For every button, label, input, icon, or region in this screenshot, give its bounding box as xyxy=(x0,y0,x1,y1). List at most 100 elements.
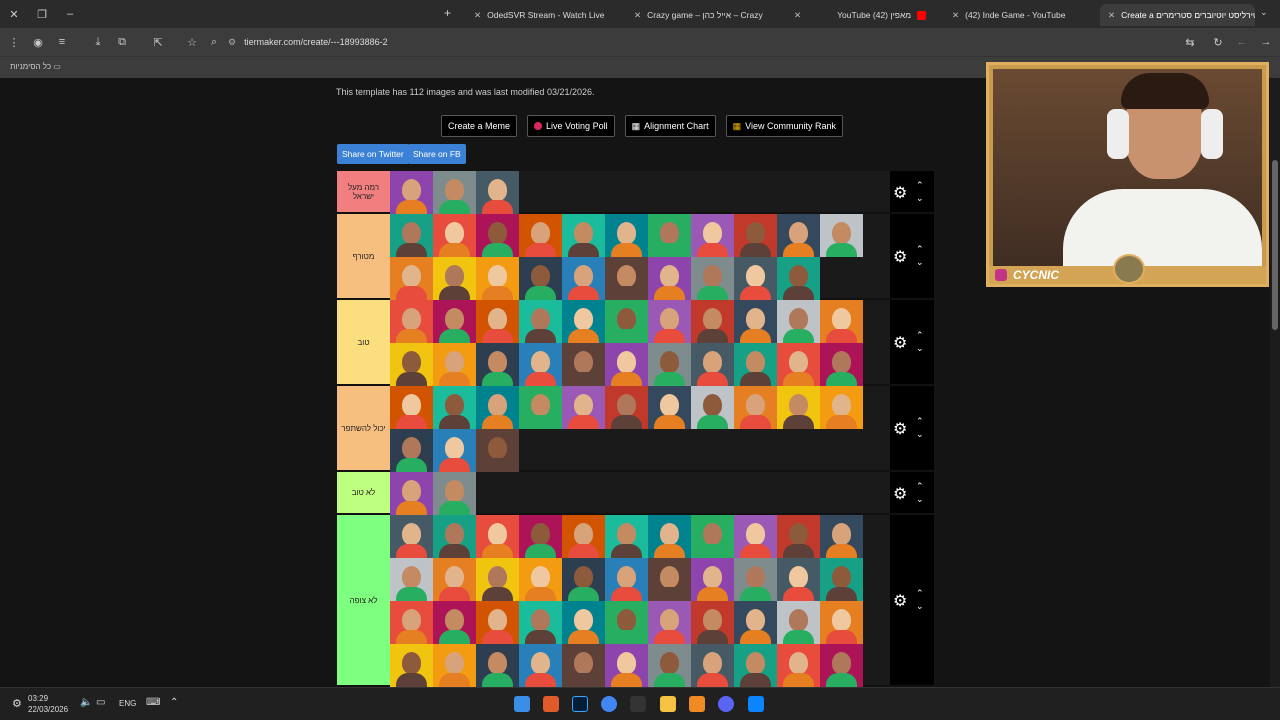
tier-item-image[interactable] xyxy=(476,515,519,558)
tier-item-image[interactable] xyxy=(691,343,734,386)
tier-item-image[interactable] xyxy=(476,214,519,257)
tier-item-image[interactable] xyxy=(605,515,648,558)
tier-item-image[interactable] xyxy=(476,601,519,644)
tier-move-down-icon[interactable]: ⌄ xyxy=(916,342,924,355)
back-icon[interactable]: → xyxy=(1254,36,1278,48)
tier-item-image[interactable] xyxy=(390,300,433,343)
tier-item-image[interactable] xyxy=(476,558,519,601)
windows-start-icon[interactable] xyxy=(748,696,764,712)
tier-item-image[interactable] xyxy=(691,257,734,300)
tier-item-image[interactable] xyxy=(777,644,820,687)
share-icon[interactable]: ⇱ xyxy=(146,36,170,49)
tier-item-image[interactable] xyxy=(734,515,777,558)
keyboard-icon[interactable]: ⌨ xyxy=(146,697,160,708)
tier-item-image[interactable] xyxy=(433,171,476,214)
tier-item-image[interactable] xyxy=(390,515,433,558)
tier-item-image[interactable] xyxy=(433,515,476,558)
tier-item-image[interactable] xyxy=(648,515,691,558)
tier-move-down-icon[interactable]: ⌄ xyxy=(916,192,924,205)
folder-app-icon[interactable] xyxy=(689,696,705,712)
tier-item-image[interactable] xyxy=(562,558,605,601)
tier-move-up-icon[interactable]: ⌃ xyxy=(916,480,924,493)
tier-move-down-icon[interactable]: ⌄ xyxy=(916,600,924,613)
tier-item-image[interactable] xyxy=(562,601,605,644)
alignment-chart-button[interactable]: ▦ Alignment Chart xyxy=(624,115,716,137)
tier-item-image[interactable] xyxy=(605,558,648,601)
tier-item-image[interactable] xyxy=(777,386,820,429)
tier-item-image[interactable] xyxy=(433,601,476,644)
tier-item-image[interactable] xyxy=(777,558,820,601)
tier-item-image[interactable] xyxy=(734,343,777,386)
clock[interactable]: 03:29 22/03/2026 xyxy=(28,693,68,715)
tier-item-image[interactable] xyxy=(648,300,691,343)
tier-label[interactable]: טוב xyxy=(337,300,390,384)
close-window-icon[interactable]: ✕ xyxy=(0,8,28,21)
tier-item-image[interactable] xyxy=(390,257,433,300)
tier-item-image[interactable] xyxy=(433,257,476,300)
live-voting-poll-button[interactable]: Live Voting Poll xyxy=(527,115,615,137)
tier-item-image[interactable] xyxy=(820,558,863,601)
discord-icon[interactable] xyxy=(718,696,734,712)
tier-item-image[interactable] xyxy=(734,558,777,601)
tier-item-image[interactable] xyxy=(777,214,820,257)
address-bar[interactable]: ⚙ tiermaker.com/create/---18993886-2 xyxy=(228,32,1178,52)
game-app-icon[interactable] xyxy=(543,696,559,712)
tier-item-image[interactable] xyxy=(476,343,519,386)
tier-item-image[interactable] xyxy=(390,386,433,429)
tier-move-down-icon[interactable]: ⌄ xyxy=(916,493,924,506)
tier-settings-gear-icon[interactable]: ⚙ xyxy=(893,591,907,611)
tier-item-image[interactable] xyxy=(777,257,820,300)
language-indicator[interactable]: ENG xyxy=(119,699,136,708)
tier-item-image[interactable] xyxy=(390,214,433,257)
tier-item-image[interactable] xyxy=(734,300,777,343)
bookmark-star-icon[interactable]: ☆ xyxy=(180,36,204,49)
tier-item-image[interactable] xyxy=(562,300,605,343)
tier-item-image[interactable] xyxy=(820,601,863,644)
tier-item-image[interactable] xyxy=(519,558,562,601)
share-fb-button[interactable]: Share on FB xyxy=(408,144,466,164)
tier-item-image[interactable] xyxy=(519,257,562,300)
tier-label[interactable]: לא טוב xyxy=(337,472,390,513)
volume-icon[interactable]: 🔈 xyxy=(80,697,92,708)
tier-item-image[interactable] xyxy=(734,601,777,644)
tier-settings-gear-icon[interactable]: ⚙ xyxy=(893,333,907,353)
create-meme-button[interactable]: Create a Meme xyxy=(441,115,518,137)
tier-move-up-icon[interactable]: ⌃ xyxy=(916,179,924,192)
tier-item-image[interactable] xyxy=(562,386,605,429)
tier-item-image[interactable] xyxy=(390,558,433,601)
tier-item-image[interactable] xyxy=(648,601,691,644)
puzzle-icon[interactable]: ⧉ xyxy=(110,36,134,49)
menu-icon[interactable]: ⋮ xyxy=(2,36,26,49)
tier-item-image[interactable] xyxy=(476,257,519,300)
tier-item-image[interactable] xyxy=(562,515,605,558)
share-twitter-button[interactable]: Share on Twitter xyxy=(337,144,409,164)
site-info-icon[interactable]: ⚙ xyxy=(228,37,236,48)
chrome-icon[interactable] xyxy=(601,696,617,712)
tier-item-image[interactable] xyxy=(648,257,691,300)
tier-item-image[interactable] xyxy=(648,214,691,257)
tier-item-image[interactable] xyxy=(605,644,648,687)
minimize-window-icon[interactable]: – xyxy=(56,8,84,20)
tier-item-image[interactable] xyxy=(433,472,476,515)
tier-settings-gear-icon[interactable]: ⚙ xyxy=(893,247,907,267)
tier-item-image[interactable] xyxy=(476,300,519,343)
tier-item-image[interactable] xyxy=(476,644,519,687)
tier-item-image[interactable] xyxy=(734,644,777,687)
tier-settings-gear-icon[interactable]: ⚙ xyxy=(893,419,907,439)
tier-item-image[interactable] xyxy=(390,429,433,472)
scrollbar-thumb[interactable] xyxy=(1272,160,1278,330)
forward-icon[interactable]: ← xyxy=(1230,36,1254,48)
tier-item-image[interactable] xyxy=(605,386,648,429)
tab-youtube-muffin[interactable]: ✕ YouTube (42) מאפין xyxy=(786,4,936,26)
page-scrollbar[interactable] xyxy=(1270,78,1280,687)
tier-item-image[interactable] xyxy=(777,300,820,343)
tab-crazy-game[interactable]: ✕ Crazy game – אייל כהן – Crazy xyxy=(626,4,786,26)
tier-item-image[interactable] xyxy=(519,515,562,558)
all-bookmarks-button[interactable]: כל הסימניות ▭ xyxy=(10,62,61,71)
photoshop-icon[interactable] xyxy=(572,696,588,712)
tier-item-image[interactable] xyxy=(519,214,562,257)
tier-item-image[interactable] xyxy=(820,300,863,343)
tier-item-image[interactable] xyxy=(648,386,691,429)
reload-icon[interactable]: ↻ xyxy=(1206,36,1230,49)
tier-item-image[interactable] xyxy=(433,386,476,429)
